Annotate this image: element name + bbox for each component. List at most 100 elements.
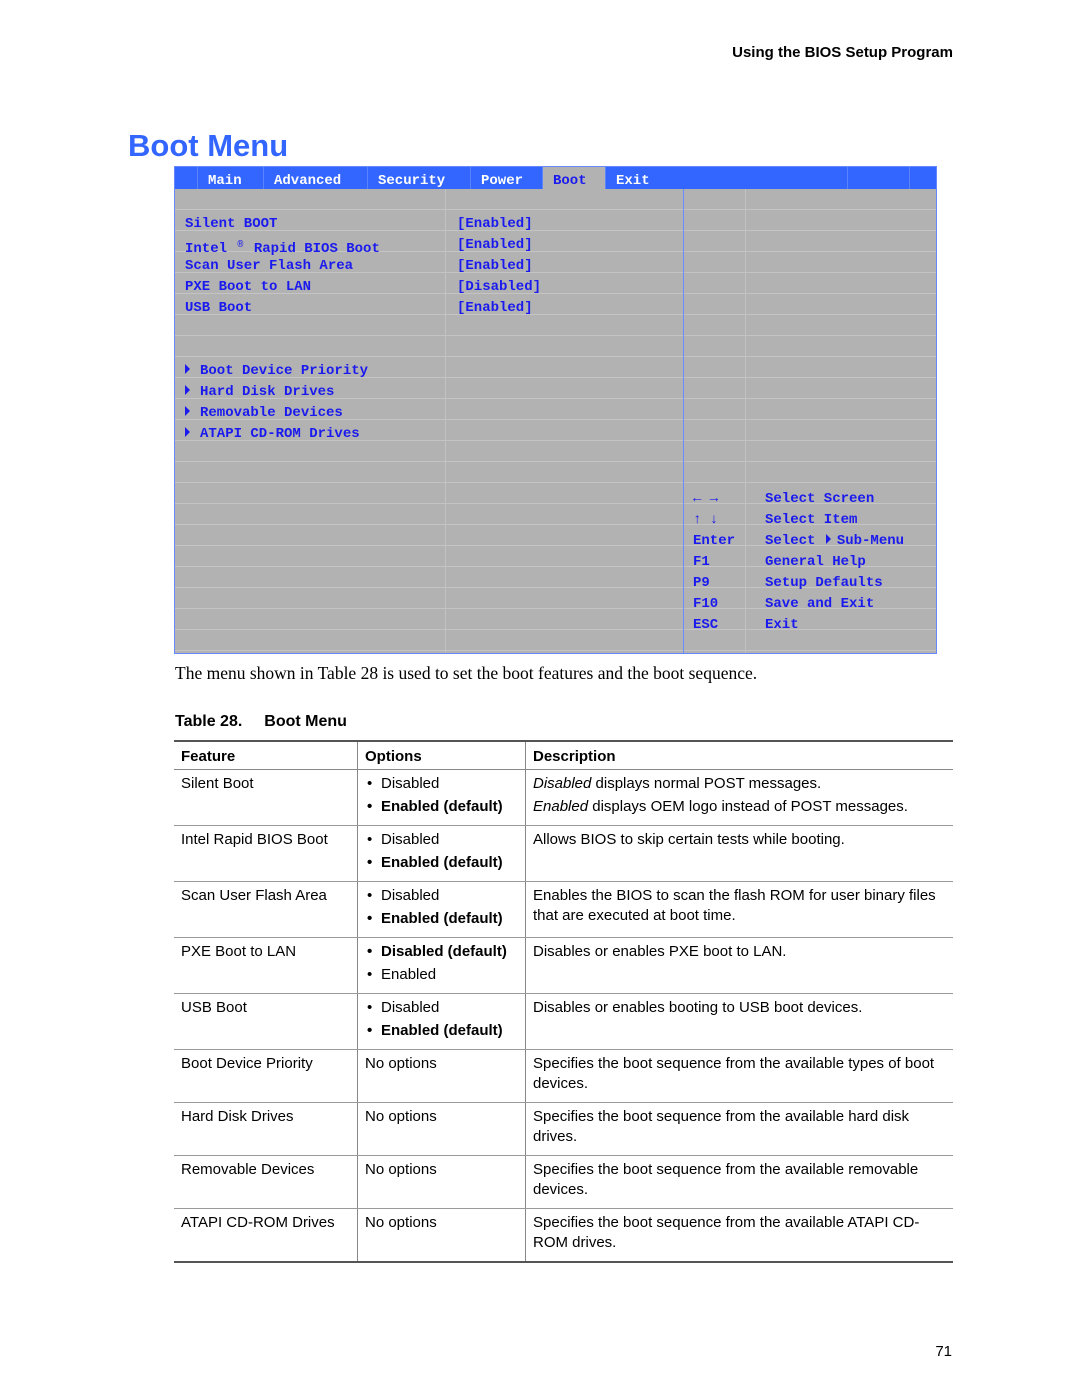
option-text: Disabled [381, 831, 440, 848]
option-text: Disabled [381, 999, 440, 1016]
help-desc: General Help [765, 554, 866, 570]
description-line: Allows BIOS to skip certain tests while … [533, 830, 947, 850]
description-text: displays OEM logo instead of POST messag… [588, 797, 908, 815]
triangle-right-icon [185, 364, 190, 374]
page-number: 71 [935, 1343, 952, 1360]
table-row: Boot Device Priority No options Specifies … [174, 1049, 953, 1103]
help-key-f1: F1 [693, 554, 710, 570]
description-text: Specifies the boot sequence from the ava… [533, 1214, 920, 1251]
cell-options: No options [357, 1049, 526, 1103]
submenu-label: Boot Device Priority [200, 363, 369, 379]
option-item: • Enabled (default) [365, 1021, 519, 1041]
submenu-boot-device-priority[interactable]: Boot Device Priority [185, 361, 368, 382]
option-item: • Disabled [365, 886, 519, 906]
description-text: Enables the BIOS to scan the flash ROM f… [533, 887, 936, 924]
running-header: Using the BIOS Setup Program [732, 44, 953, 61]
bios-screenshot: Main Advanced Security Power Boot Exit S… [174, 166, 937, 654]
option-text: Disabled [381, 887, 440, 904]
cell-options: • Disabled (default) • Enabled [357, 937, 526, 994]
header-feature: Feature [174, 740, 358, 770]
cell-feature: PXE Boot to LAN [174, 937, 358, 994]
bullet-icon: • [367, 775, 373, 792]
tab-security[interactable]: Security [368, 167, 471, 189]
option-item: • Enabled [365, 965, 519, 985]
description-emphasis: Disabled [533, 775, 592, 792]
cell-feature: Boot Device Priority [174, 1049, 358, 1103]
bios-tab-bar: Main Advanced Security Power Boot Exit [175, 167, 936, 189]
cell-description: Specifies the boot sequence from the ava… [525, 1155, 953, 1209]
triangle-right-icon [185, 427, 190, 437]
setting-scan-user-flash-area[interactable]: Scan User Flash Area [185, 256, 353, 277]
bullet-icon: • [367, 887, 373, 904]
help-panel-divider [683, 189, 684, 653]
cell-options: No options [357, 1208, 526, 1263]
boot-menu-table: Feature Options Description Silent Boot •… [174, 740, 953, 1263]
cell-description: Disables or enables booting to USB boot … [525, 993, 953, 1050]
triangle-right-icon [185, 406, 190, 416]
help-key-esc: ESC [693, 617, 719, 633]
setting-label: Rapid BIOS Boot [253, 241, 380, 257]
intro-paragraph: The menu shown in Table 28 is used to se… [175, 663, 758, 683]
cell-description: Enables the BIOS to scan the flash ROM f… [525, 881, 953, 938]
option-item: • Disabled [365, 830, 519, 850]
bullet-icon: • [367, 909, 373, 927]
help-key-up-down-arrows: ↑ ↓ [693, 512, 719, 528]
setting-usb-boot[interactable]: USB Boot [185, 298, 252, 319]
help-desc: Select Item [765, 512, 858, 528]
table-row: Hard Disk Drives No options Specifies the … [174, 1102, 953, 1156]
option-item: • Enabled (default) [365, 797, 519, 817]
description-line: Disables or enables booting to USB boot … [533, 998, 947, 1018]
header-description: Description [525, 740, 953, 770]
setting-silent-boot[interactable]: Silent BOOT [185, 214, 277, 235]
description-text: displays normal POST messages. [591, 775, 822, 792]
setting-pxe-boot-to-lan[interactable]: PXE Boot to LAN [185, 277, 311, 298]
help-desc: Save and Exit [765, 596, 875, 612]
help-desc: Setup Defaults [765, 575, 883, 591]
help-desc-part: Select [765, 533, 816, 549]
option-text: Enabled (default) [381, 1021, 503, 1039]
submenu-atapi-cd-rom-drives[interactable]: ATAPI CD-ROM Drives [185, 424, 360, 445]
bullet-icon: • [367, 999, 373, 1016]
setting-silent-boot-value[interactable]: [Enabled] [457, 214, 533, 235]
bullet-icon: • [367, 797, 373, 815]
description-line: Enables the BIOS to scan the flash ROM f… [533, 886, 947, 925]
cell-options: No options [357, 1102, 526, 1156]
table-body: Silent Boot • Disabled • Enabled (default) Di… [174, 769, 953, 1263]
description-text: Disables or enables booting to USB boot … [533, 999, 863, 1016]
description-text: Specifies the boot sequence from the ava… [533, 1161, 919, 1198]
option-item: • Disabled (default) [365, 942, 519, 962]
header-options: Options [357, 740, 526, 770]
tab-boot[interactable]: Boot [543, 167, 606, 189]
bullet-icon: • [367, 831, 373, 848]
cell-options: • Disabled • Enabled (default) [357, 881, 526, 938]
cell-description: Disables or enables PXE boot to LAN. [525, 937, 953, 994]
description-line: Specifies the boot sequence from the ava… [533, 1160, 947, 1199]
tab-power[interactable]: Power [471, 167, 543, 189]
setting-usb-boot-value[interactable]: [Enabled] [457, 298, 533, 319]
description-text: Disables or enables PXE boot to LAN. [533, 943, 787, 960]
cell-description: Specifies the boot sequence from the ava… [525, 1102, 953, 1156]
table-row: Scan User Flash Area • Disabled • Enabled (d… [174, 881, 953, 938]
help-key-enter: Enter [693, 533, 736, 549]
cell-feature: Intel Rapid BIOS Boot [174, 825, 358, 882]
description-line: Enabled displays OEM logo instead of POS… [533, 797, 947, 817]
option-item: • Enabled (default) [365, 853, 519, 873]
tab-exit[interactable]: Exit [606, 167, 848, 189]
setting-scan-user-flash-area-value[interactable]: [Enabled] [457, 256, 533, 277]
setting-label: Intel [185, 241, 228, 257]
cell-feature: Hard Disk Drives [174, 1102, 358, 1156]
description-line: Specifies the boot sequence from the ava… [533, 1054, 947, 1093]
setting-pxe-boot-to-lan-value[interactable]: [Disabled] [457, 277, 541, 298]
tab-main[interactable]: Main [198, 167, 264, 189]
submenu-removable-devices[interactable]: Removable Devices [185, 403, 343, 424]
submenu-hard-disk-drives[interactable]: Hard Disk Drives [185, 382, 334, 403]
tab-spacer [175, 167, 198, 189]
tab-advanced[interactable]: Advanced [264, 167, 368, 189]
cell-options: • Disabled • Enabled (default) [357, 993, 526, 1050]
bullet-icon: • [367, 943, 373, 960]
help-key-f10: F10 [693, 596, 719, 612]
description-line: Disabled displays normal POST messages. [533, 774, 947, 794]
triangle-right-icon [825, 534, 831, 544]
setting-intel-rapid-bios-boot[interactable]: Intel ® Rapid BIOS Boot [185, 235, 380, 257]
setting-intel-rapid-bios-boot-value[interactable]: [Enabled] [457, 235, 533, 256]
